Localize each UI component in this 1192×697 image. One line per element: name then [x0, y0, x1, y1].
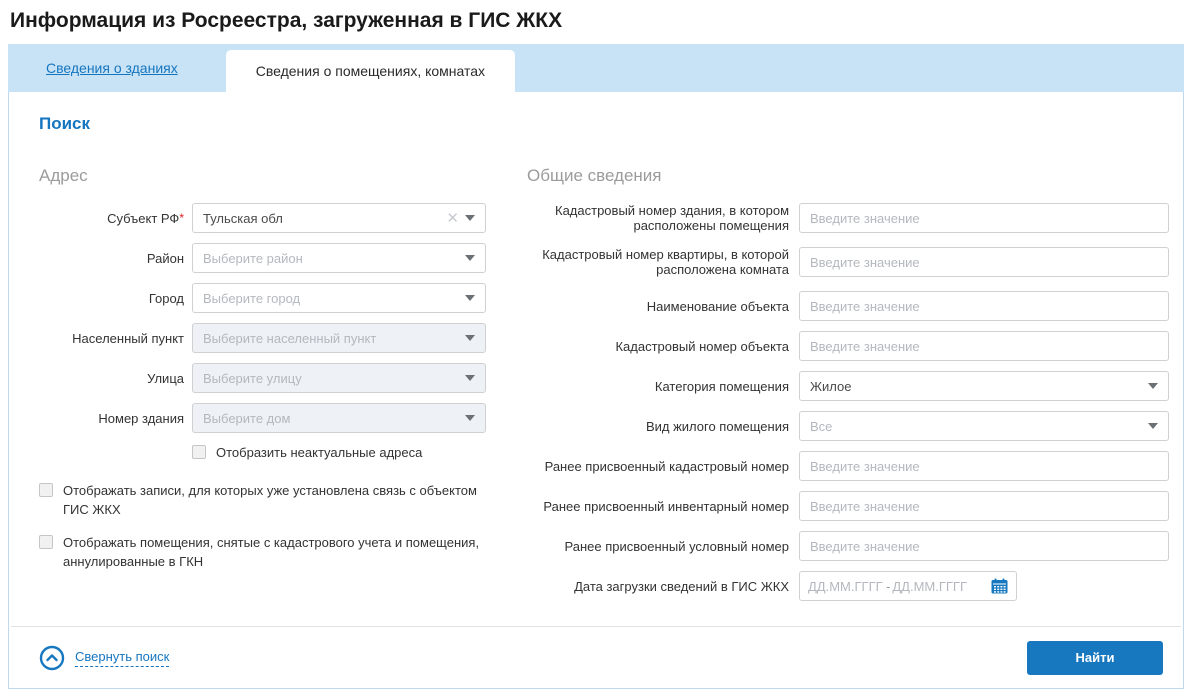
field-row-flat-cadastral: Кадастровый номер квартиры, в которой ра… [527, 247, 1169, 277]
prev-inventory-label: Ранее присвоенный инвентарный номер [527, 499, 789, 514]
field-row-district: Район Выберите район [39, 243, 486, 273]
category-select[interactable]: Жилое [799, 371, 1169, 401]
prev-inventory-input[interactable] [799, 491, 1169, 521]
chevron-down-icon [1148, 423, 1158, 429]
field-row-building: Номер здания Выберите дом [39, 403, 486, 433]
linked-records-label: Отображать записи, для которых уже устан… [63, 481, 486, 519]
building-cadastral-input[interactable] [799, 203, 1169, 233]
street-placeholder: Выберите улицу [203, 371, 302, 386]
building-cadastral-label: Кадастровый номер здания, в котором расп… [527, 203, 789, 233]
required-asterisk: * [179, 211, 184, 225]
object-name-input[interactable] [799, 291, 1169, 321]
collapse-search-label: Свернуть поиск [75, 649, 169, 667]
prev-conditional-label: Ранее присвоенный условный номер [527, 539, 789, 554]
chevron-down-icon[interactable] [465, 215, 475, 221]
collapse-circle-up-icon [39, 645, 65, 671]
search-form-panel: Поиск Адрес Субъект РФ* Тульская обл ✕ [8, 92, 1184, 689]
general-section: Общие сведения Кадастровый номер здания,… [527, 166, 1169, 611]
building-select[interactable]: Выберите дом [192, 403, 486, 433]
subject-value: Тульская обл [203, 211, 283, 226]
field-row-subject: Субъект РФ* Тульская обл ✕ [39, 203, 486, 233]
annulled-premises-label: Отображать помещения, снятые с кадастров… [63, 533, 486, 571]
load-date-from-input[interactable] [808, 579, 884, 594]
settlement-select[interactable]: Выберите населенный пункт [192, 323, 486, 353]
field-row-load-date: Дата загрузки сведений в ГИС ЖКХ - [527, 571, 1169, 601]
linked-records-checkbox[interactable] [39, 483, 53, 497]
search-footer: Свернуть поиск Найти [11, 626, 1181, 688]
field-row-object-name: Наименование объекта [527, 291, 1169, 321]
chevron-down-icon [465, 335, 475, 341]
field-row-settlement: Населенный пункт Выберите населенный пун… [39, 323, 486, 353]
chevron-down-icon [465, 415, 475, 421]
calendar-icon[interactable] [991, 578, 1008, 594]
object-name-label: Наименование объекта [527, 299, 789, 314]
inactual-addresses-label: Отобразить неактуальные адреса [216, 443, 422, 462]
tab-bar: Сведения о зданиях Сведения о помещениях… [8, 44, 1184, 92]
flat-cadastral-input[interactable] [799, 247, 1169, 277]
collapse-search-link[interactable]: Свернуть поиск [39, 645, 169, 671]
district-select[interactable]: Выберите район [192, 243, 486, 273]
field-row-prev-inventory: Ранее присвоенный инвентарный номер [527, 491, 1169, 521]
load-date-label: Дата загрузки сведений в ГИС ЖКХ [527, 579, 789, 594]
page-title: Информация из Росреестра, загруженная в … [0, 0, 1192, 44]
dwelling-type-select[interactable]: Все [799, 411, 1169, 441]
tab-premises-label: Сведения о помещениях, комнатах [256, 63, 485, 79]
city-label: Город [39, 291, 184, 306]
street-label: Улица [39, 371, 184, 386]
chevron-down-icon [465, 295, 475, 301]
annulled-premises-checkbox[interactable] [39, 535, 53, 549]
checkbox-row-annulled: Отображать помещения, снятые с кадастров… [39, 533, 486, 571]
field-row-prev-cadastral: Ранее присвоенный кадастровый номер [527, 451, 1169, 481]
district-placeholder: Выберите район [203, 251, 303, 266]
field-row-category: Категория помещения Жилое [527, 371, 1169, 401]
street-select[interactable]: Выберите улицу [192, 363, 486, 393]
tab-buildings[interactable]: Сведения о зданиях [46, 60, 178, 76]
inactual-addresses-checkbox[interactable] [192, 445, 206, 459]
field-row-prev-conditional: Ранее присвоенный условный номер [527, 531, 1169, 561]
flat-cadastral-label: Кадастровый номер квартиры, в которой ра… [527, 247, 789, 277]
prev-cadastral-input[interactable] [799, 451, 1169, 481]
field-row-building-cadastral: Кадастровый номер здания, в котором расп… [527, 203, 1169, 233]
search-panel: Сведения о зданиях Сведения о помещениях… [8, 44, 1184, 689]
prev-cadastral-label: Ранее присвоенный кадастровый номер [527, 459, 789, 474]
chevron-down-icon [465, 375, 475, 381]
field-row-dwelling-type: Вид жилого помещения Все [527, 411, 1169, 441]
field-row-city: Город Выберите город [39, 283, 486, 313]
load-date-to-input[interactable] [892, 579, 968, 594]
clear-icon[interactable]: ✕ [446, 211, 459, 226]
building-placeholder: Выберите дом [203, 411, 290, 426]
building-label: Номер здания [39, 411, 184, 426]
city-placeholder: Выберите город [203, 291, 300, 306]
dwelling-type-label: Вид жилого помещения [527, 419, 789, 434]
address-heading: Адрес [39, 166, 486, 186]
chevron-down-icon [465, 255, 475, 261]
settlement-placeholder: Выберите населенный пункт [203, 331, 376, 346]
city-select[interactable]: Выберите город [192, 283, 486, 313]
find-button[interactable]: Найти [1027, 641, 1163, 675]
object-cadastral-input[interactable] [799, 331, 1169, 361]
tab-premises[interactable]: Сведения о помещениях, комнатах [226, 50, 515, 92]
field-row-street: Улица Выберите улицу [39, 363, 486, 393]
chevron-down-icon [1148, 383, 1158, 389]
dwelling-type-value: Все [810, 419, 832, 434]
district-label: Район [39, 251, 184, 266]
field-row-object-cadastral: Кадастровый номер объекта [527, 331, 1169, 361]
settlement-label: Населенный пункт [39, 331, 184, 346]
subject-select[interactable]: Тульская обл ✕ [192, 203, 486, 233]
prev-conditional-input[interactable] [799, 531, 1169, 561]
general-heading: Общие сведения [527, 166, 1169, 186]
address-section: Адрес Субъект РФ* Тульская обл ✕ Район [39, 166, 486, 611]
search-heading: Поиск [39, 114, 1163, 134]
category-label: Категория помещения [527, 379, 789, 394]
subject-label: Субъект РФ* [39, 211, 184, 226]
object-cadastral-label: Кадастровый номер объекта [527, 339, 789, 354]
category-value: Жилое [810, 379, 851, 394]
checkbox-row-inactual: Отобразить неактуальные адреса [192, 443, 486, 462]
load-date-range: - [799, 571, 1017, 601]
date-separator: - [886, 579, 890, 594]
checkbox-row-linked: Отображать записи, для которых уже устан… [39, 481, 486, 519]
